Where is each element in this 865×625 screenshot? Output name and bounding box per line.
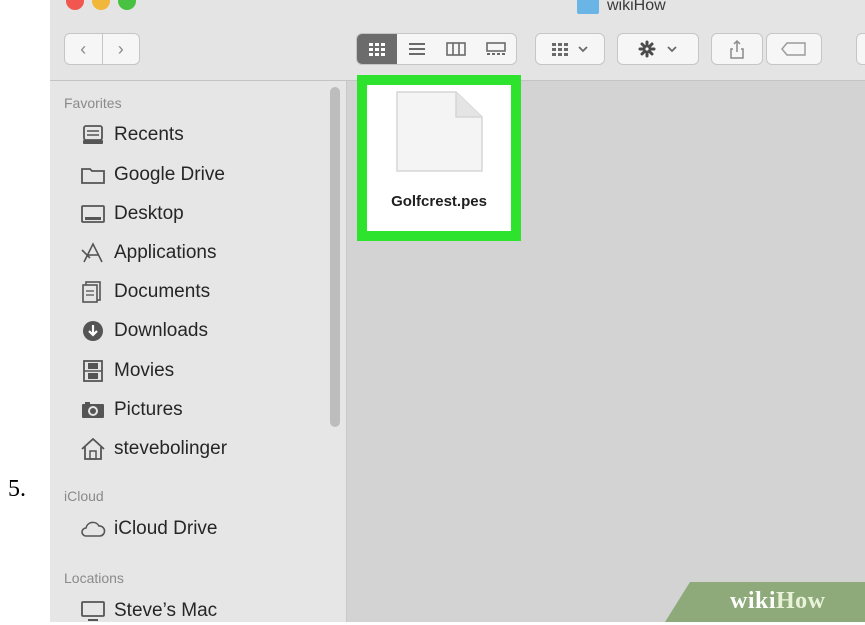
sidebar-item-label: Movies	[114, 360, 175, 381]
sidebar-item-label: Recents	[114, 124, 184, 145]
pictures-icon	[80, 399, 106, 421]
sidebar-section-locations: Locations	[64, 570, 124, 586]
sidebar-item-label: Documents	[114, 281, 211, 302]
sidebar-section-favorites: Favorites	[64, 95, 122, 111]
folder-icon	[80, 164, 106, 186]
sidebar-item-home[interactable]: stevebolinger	[80, 433, 227, 465]
group-by-button[interactable]	[535, 33, 605, 65]
share-button[interactable]	[711, 33, 763, 65]
column-view-button[interactable]	[437, 34, 477, 64]
close-window-button[interactable]	[66, 0, 84, 10]
window-title-text: wikiHow	[607, 0, 666, 14]
recents-icon	[80, 124, 106, 146]
chevron-down-icon	[578, 46, 588, 53]
sidebar-item-movies[interactable]: Movies	[80, 355, 174, 387]
movies-icon	[80, 360, 106, 382]
tag-button[interactable]	[766, 33, 822, 65]
chevron-left-icon: ‹	[80, 38, 87, 59]
view-switcher	[356, 33, 517, 65]
wikihow-logo: wikiHow	[730, 588, 826, 615]
icon-view-button[interactable]	[357, 34, 397, 64]
computer-icon	[80, 600, 106, 622]
back-button[interactable]: ‹	[65, 34, 102, 64]
icon-view-icon	[368, 43, 385, 56]
chevron-down-icon	[667, 46, 677, 53]
folder-icon	[577, 0, 599, 14]
zoom-window-button[interactable]	[118, 0, 136, 10]
toolbar: wikiHow ‹ ›	[50, 0, 865, 81]
list-view-icon	[408, 43, 425, 55]
home-icon	[80, 438, 106, 460]
logo-wiki: wiki	[730, 588, 777, 614]
tag-icon	[781, 42, 806, 56]
sidebar-item-google-drive[interactable]: Google Drive	[80, 159, 225, 191]
minimize-window-button[interactable]	[92, 0, 110, 10]
grid-icon	[552, 43, 568, 56]
sidebar-item-recents[interactable]: Recents	[80, 119, 184, 151]
sidebar-item-desktop[interactable]: Desktop	[80, 198, 184, 230]
sidebar-scrollbar[interactable]	[330, 87, 340, 427]
sidebar-item-label: Applications	[114, 242, 217, 263]
sidebar-item-label: iCloud Drive	[114, 518, 218, 539]
sidebar-item-label: Desktop	[114, 203, 184, 224]
file-name: Golfcrest.pes	[391, 193, 487, 210]
forward-button[interactable]: ›	[101, 34, 140, 64]
applications-icon	[80, 242, 106, 264]
desktop-icon	[80, 203, 106, 225]
share-icon	[730, 39, 744, 59]
navigation-buttons: ‹ ›	[64, 33, 140, 65]
sidebar-item-documents[interactable]: Documents	[80, 276, 210, 308]
window-title: wikiHow	[577, 0, 666, 18]
sidebar-item-steves-mac[interactable]: Steve’s Mac	[80, 595, 217, 622]
sidebar-item-downloads[interactable]: Downloads	[80, 315, 208, 347]
step-number: 5.	[8, 476, 26, 502]
gear-icon	[638, 40, 656, 58]
sidebar-item-applications[interactable]: Applications	[80, 237, 216, 269]
sidebar-item-label: Google Drive	[114, 164, 225, 185]
sidebar-item-label: Pictures	[114, 399, 183, 420]
sidebar-section-icloud: iCloud	[64, 488, 104, 504]
file-item-golfcrest[interactable]: Golfcrest.pes	[357, 75, 521, 241]
sidebar-item-label: stevebolinger	[114, 438, 228, 459]
sidebar-item-icloud-drive[interactable]: iCloud Drive	[80, 513, 217, 545]
action-button[interactable]	[617, 33, 699, 65]
file-browser: Golfcrest.pes	[347, 75, 865, 622]
sidebar-item-label: Steve’s Mac	[114, 600, 218, 621]
document-icon	[396, 91, 483, 172]
sidebar: Favorites Recents Google Drive Desktop A…	[50, 81, 347, 622]
search-button[interactable]	[856, 33, 865, 65]
finder-window: wikiHow ‹ › Favorites Recents Google Dri…	[50, 0, 865, 622]
documents-icon	[80, 281, 106, 303]
gallery-view-button[interactable]	[476, 34, 516, 64]
column-view-icon	[446, 42, 467, 56]
logo-how: How	[776, 588, 826, 614]
list-view-button[interactable]	[397, 34, 437, 64]
cloud-icon	[80, 518, 106, 540]
chevron-right-icon: ›	[117, 38, 124, 59]
gallery-view-icon	[486, 42, 506, 55]
sidebar-item-pictures[interactable]: Pictures	[80, 394, 183, 426]
sidebar-item-label: Downloads	[114, 320, 208, 341]
downloads-icon	[80, 320, 106, 342]
